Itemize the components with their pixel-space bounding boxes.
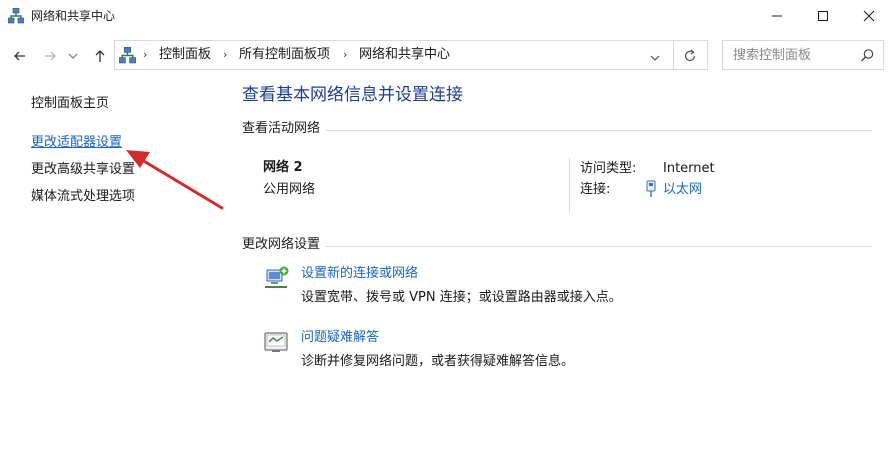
title-bar: 网络和共享中心 [0, 0, 892, 32]
address-dropdown-button[interactable] [648, 49, 662, 61]
access-type-label: 访问类型: [580, 161, 637, 176]
refresh-icon [684, 49, 696, 62]
back-arrow-icon [14, 51, 25, 61]
close-button[interactable] [846, 0, 892, 32]
sidebar-link-control-panel-home[interactable]: 控制面板主页 [31, 96, 109, 112]
breadcrumb-separator-icon: › [223, 48, 228, 61]
window-title: 网络和共享中心 [31, 9, 116, 23]
minimize-button[interactable] [754, 0, 800, 32]
page-title: 查看基本网络信息并设置连接 [242, 85, 463, 105]
troubleshoot-link[interactable]: 问题疑难解答 [301, 330, 379, 346]
maximize-icon [818, 11, 828, 21]
troubleshoot-icon [262, 328, 290, 356]
recent-locations-button[interactable] [66, 46, 80, 66]
search-input[interactable] [733, 47, 848, 63]
connection-label: 连接: [580, 182, 611, 197]
breadcrumb-network-center[interactable]: 网络和共享中心 [359, 47, 450, 63]
up-arrow-icon [95, 50, 105, 62]
breadcrumb-control-panel[interactable]: 控制面板 [159, 47, 211, 63]
ethernet-connection-link[interactable]: 以太网 [663, 182, 702, 198]
network-sharing-center-window: 网络和共享中心 › 控制面板 › 所有控制面板项 › 网络和共享中心 搜索控制面… [0, 0, 892, 473]
address-bar[interactable]: › 控制面板 › 所有控制面板项 › 网络和共享中心 [114, 40, 708, 70]
address-divider [673, 41, 674, 69]
maximize-button[interactable] [800, 0, 846, 32]
forward-arrow-icon [45, 51, 56, 61]
setup-new-connection-link[interactable]: 设置新的连接或网络 [301, 266, 418, 282]
network-center-icon [7, 7, 25, 24]
chevron-down-icon [68, 53, 78, 59]
change-settings-heading: 更改网络设置 [242, 237, 327, 253]
sidebar-link-advanced-sharing[interactable]: 更改高级共享设置 [31, 162, 135, 178]
ethernet-icon [645, 180, 657, 198]
breadcrumb-separator-icon: › [143, 48, 148, 61]
control-panel-icon [118, 46, 137, 64]
back-button[interactable] [10, 46, 30, 66]
troubleshoot-description: 诊断并修复网络问题，或者获得疑难解答信息。 [301, 354, 575, 369]
access-type-value: Internet [663, 161, 715, 176]
active-networks-heading: 查看活动网络 [242, 121, 327, 137]
network-info-divider [569, 158, 570, 212]
sidebar-link-media-streaming[interactable]: 媒体流式处理选项 [31, 189, 135, 205]
search-box[interactable] [722, 40, 884, 70]
setup-new-connection-description: 设置宽带、拨号或 VPN 连接；或设置路由器或接入点。 [301, 290, 622, 305]
up-button[interactable] [90, 46, 110, 66]
search-icon[interactable] [860, 48, 875, 63]
section-divider [242, 246, 872, 247]
network-type: 公用网络 [263, 182, 316, 197]
chevron-down-icon [650, 55, 660, 61]
breadcrumb-separator-icon: › [343, 48, 348, 61]
network-name: 网络 2 [263, 160, 303, 175]
navigation-bar: › 控制面板 › 所有控制面板项 › 网络和共享中心 [0, 36, 892, 74]
refresh-button[interactable] [682, 48, 698, 64]
new-connection-icon [262, 264, 290, 292]
section-divider [242, 130, 872, 131]
close-icon [863, 10, 875, 22]
breadcrumb-all-items[interactable]: 所有控制面板项 [239, 47, 330, 63]
minimize-icon [772, 15, 782, 17]
forward-button[interactable] [40, 46, 60, 66]
sidebar-link-change-adapter-settings[interactable]: 更改适配器设置 [31, 135, 122, 151]
